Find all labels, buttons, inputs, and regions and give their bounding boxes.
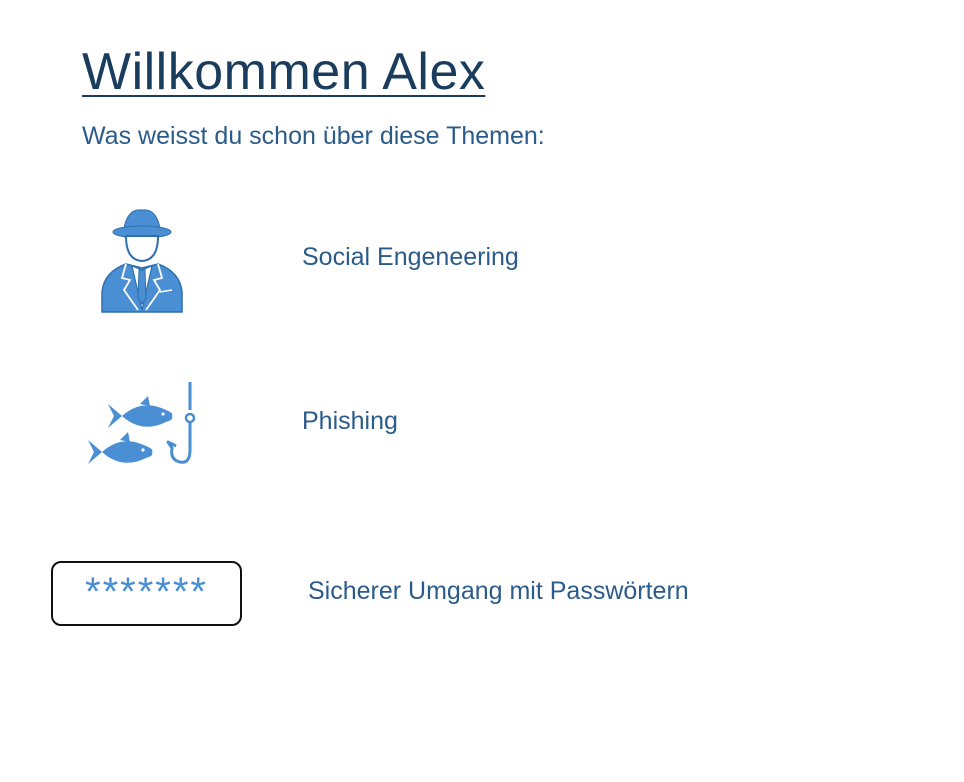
- topic-label-social-engineering[interactable]: Social Engeneering: [302, 243, 519, 272]
- topic-label-passwords[interactable]: Sicherer Umgang mit Passwörtern: [308, 577, 689, 606]
- password-field-icon[interactable]: *******: [51, 561, 242, 626]
- fish-hook-icon[interactable]: [86, 380, 200, 468]
- page-title: Willkommen Alex: [82, 43, 486, 101]
- topic-label-phishing[interactable]: Phishing: [302, 407, 398, 436]
- page-subtitle: Was weisst du schon über diese Themen:: [82, 122, 545, 150]
- spy-icon[interactable]: [98, 206, 186, 314]
